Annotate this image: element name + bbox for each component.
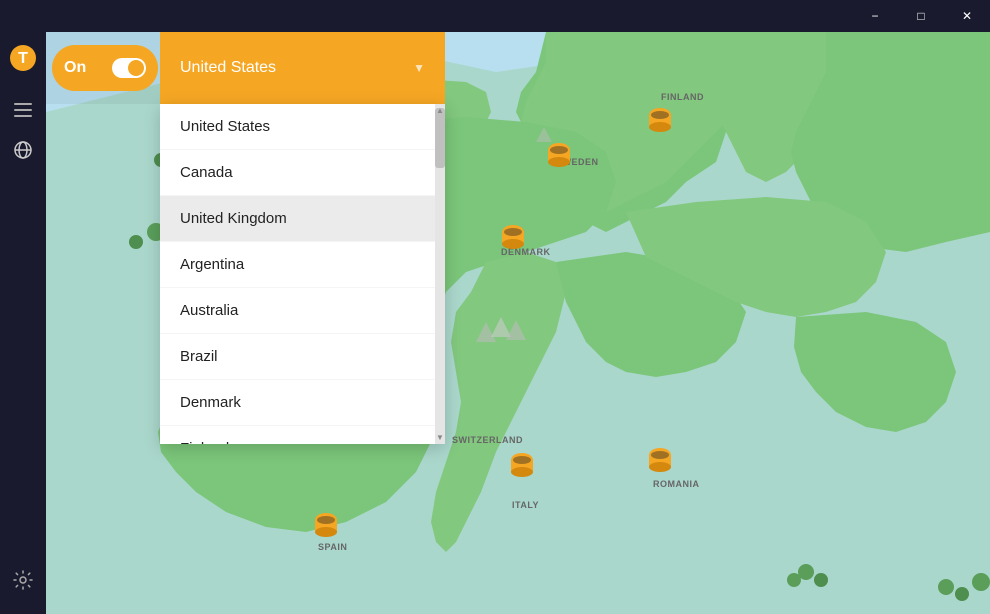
toggle-label: On bbox=[64, 59, 86, 77]
titlebar: − □ ✕ bbox=[0, 0, 990, 32]
dropdown-item-argentina[interactable]: Argentina bbox=[160, 242, 445, 288]
denmark-pin bbox=[497, 222, 529, 254]
scrollbar-track[interactable]: ▲ ▼ bbox=[435, 104, 445, 444]
scrollbar-thumb[interactable] bbox=[435, 108, 445, 168]
scroll-down-arrow-icon: ▼ bbox=[436, 433, 444, 442]
sweden-pin bbox=[543, 140, 575, 172]
dropdown-item-canada[interactable]: Canada bbox=[160, 150, 445, 196]
hamburger-icon[interactable] bbox=[5, 92, 41, 128]
dropdown-selected[interactable]: United States ▼ bbox=[160, 32, 445, 104]
settings-icon[interactable] bbox=[5, 562, 41, 598]
globe-icon[interactable] bbox=[5, 132, 41, 168]
spain-pin bbox=[310, 510, 342, 542]
dropdown-item-australia[interactable]: Australia bbox=[160, 288, 445, 334]
dropdown-list: United StatesCanadaUnited KingdomArgenti… bbox=[160, 104, 445, 444]
dropdown-item-brazil[interactable]: Brazil bbox=[160, 334, 445, 380]
toggle-knob bbox=[128, 60, 144, 76]
dropdown-item-denmark[interactable]: Denmark bbox=[160, 380, 445, 426]
close-button[interactable]: ✕ bbox=[944, 0, 990, 32]
toggle-area: On bbox=[46, 32, 166, 104]
dropdown-arrow-icon: ▼ bbox=[413, 61, 425, 75]
italy-pin bbox=[506, 450, 538, 482]
window-controls: − □ ✕ bbox=[852, 0, 990, 32]
finland-pin bbox=[644, 105, 676, 137]
minimize-button[interactable]: − bbox=[852, 0, 898, 32]
country-dropdown-wrapper: United States ▼ United StatesCanadaUnite… bbox=[160, 32, 445, 444]
sidebar: T bbox=[0, 32, 46, 614]
vpn-toggle[interactable]: On bbox=[52, 45, 158, 91]
dropdown-item-finland[interactable]: Finland bbox=[160, 426, 445, 444]
scroll-up-arrow-icon: ▲ bbox=[436, 106, 444, 115]
romania-pin bbox=[644, 445, 676, 477]
sidebar-bottom bbox=[5, 562, 41, 602]
toggle-switch bbox=[112, 58, 146, 78]
dropdown-scroll-container: United StatesCanadaUnited KingdomArgenti… bbox=[160, 104, 445, 444]
svg-text:T: T bbox=[18, 50, 28, 67]
dropdown-item-united-states[interactable]: United States bbox=[160, 104, 445, 150]
maximize-button[interactable]: □ bbox=[898, 0, 944, 32]
app-logo: T bbox=[5, 40, 41, 76]
dropdown-item-united-kingdom[interactable]: United Kingdom bbox=[160, 196, 445, 242]
dropdown-selected-text: United States bbox=[180, 59, 276, 77]
